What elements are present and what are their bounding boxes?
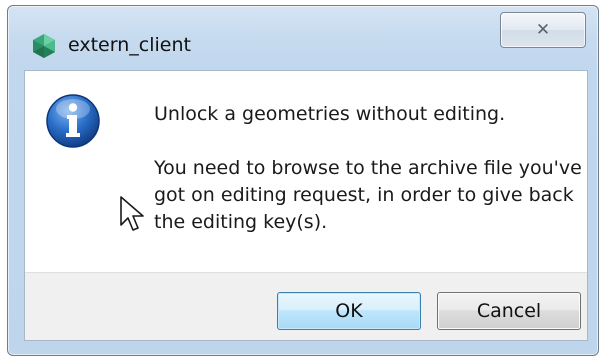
message-text: Unlock a geometries without editing. You… [154,101,584,236]
ok-button[interactable]: OK [277,292,421,330]
mouse-pointer-icon [120,196,144,231]
window-title: extern_client [68,34,191,56]
button-bar: OK Cancel [25,272,587,340]
message-panel: Unlock a geometries without editing. You… [25,71,587,272]
message-detail: You need to browse to the archive file y… [154,157,582,233]
title-bar[interactable]: extern_client ✕ [8,6,598,66]
close-button[interactable]: ✕ [500,12,586,48]
information-icon [46,94,100,148]
message-heading: Unlock a geometries without editing. [154,103,506,125]
cancel-button[interactable]: Cancel [437,292,581,330]
dialog-body: Unlock a geometries without editing. You… [24,70,588,341]
message-dialog: extern_client ✕ Unlock a geometries with… [7,5,599,356]
app-icon [33,34,55,58]
close-icon: ✕ [535,19,551,40]
